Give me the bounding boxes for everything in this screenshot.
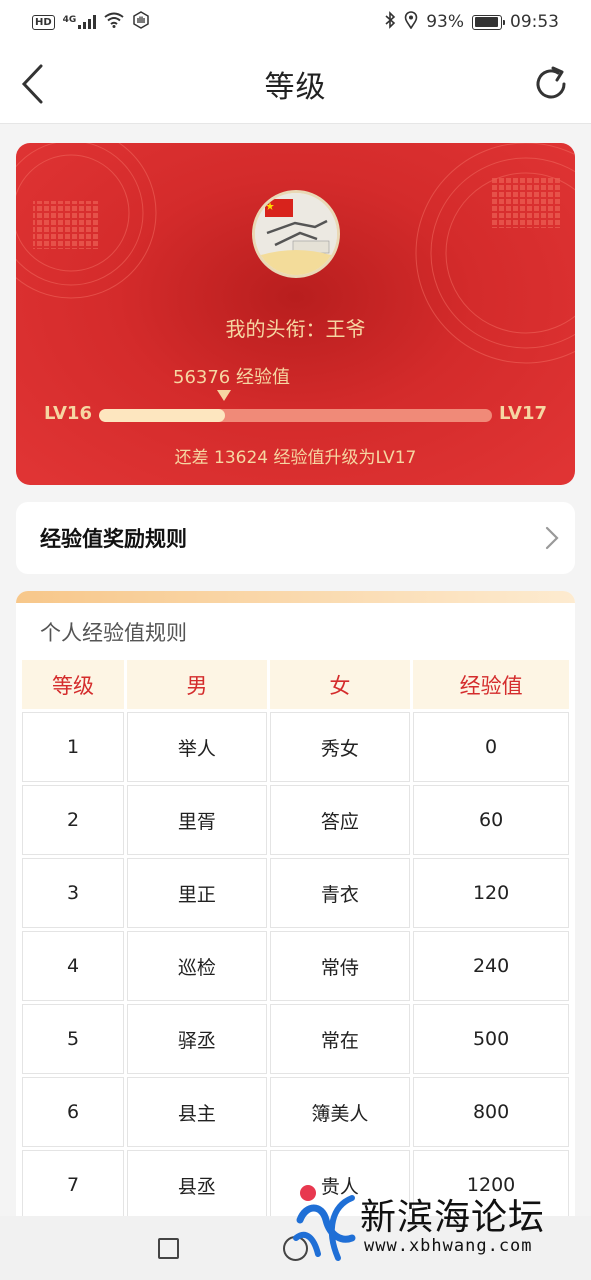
wifi-icon <box>104 12 124 33</box>
network-type: 4G <box>62 15 77 25</box>
table-row: 2 里胥 答应 60 <box>22 785 569 855</box>
cell-exp: 500 <box>413 1004 569 1074</box>
rules-link-label: 经验值奖励规则 <box>40 527 187 551</box>
cell-level: 5 <box>22 1004 125 1074</box>
cell-male: 里胥 <box>127 785 267 855</box>
cell-female: 常侍 <box>269 931 411 1001</box>
battery-percent: 93% <box>426 12 464 32</box>
cell-female: 答应 <box>269 785 411 855</box>
battery-icon <box>472 14 505 30</box>
section-accent-bar <box>16 591 575 603</box>
chevron-right-icon <box>545 526 559 550</box>
section-title: 个人经验值规则 <box>40 621 187 645</box>
header-male: 男 <box>127 660 267 709</box>
level-progress <box>99 409 492 422</box>
cell-level: 1 <box>22 712 125 782</box>
cell-level: 6 <box>22 1077 125 1147</box>
cell-exp: 0 <box>413 712 569 782</box>
nav-bar: 等级 <box>0 44 591 124</box>
cell-exp: 800 <box>413 1077 569 1147</box>
cell-female: 青衣 <box>269 858 411 928</box>
level-card: 我的头衔：王爷 56376 经验值 LV16 LV17 还差 13624 经验值… <box>16 143 575 485</box>
cell-male: 举人 <box>127 712 267 782</box>
table-row: 3 里正 青衣 120 <box>22 858 569 928</box>
avatar-image <box>255 193 337 275</box>
table-row: 4 巡检 常侍 240 <box>22 931 569 1001</box>
exp-reward-rules-link[interactable]: 经验值奖励规则 <box>16 502 575 574</box>
current-level: LV16 <box>44 403 92 424</box>
cell-male: 巡检 <box>127 931 267 1001</box>
page-title: 等级 <box>264 69 327 105</box>
cell-male: 里正 <box>127 858 267 928</box>
table-row: 1 举人 秀女 0 <box>22 712 569 782</box>
current-exp: 56376 经验值 <box>173 367 290 388</box>
personal-exp-rules: 个人经验值规则 等级 男 女 经验值 1 举人 秀女 0 2 里胥 答应 60 … <box>16 591 575 1280</box>
cell-male: 县丞 <box>127 1150 267 1220</box>
recents-button[interactable] <box>158 1238 179 1259</box>
header-exp: 经验值 <box>413 660 569 709</box>
status-right: 93% 09:53 <box>384 10 559 34</box>
cell-level: 7 <box>22 1150 125 1220</box>
cell-level: 2 <box>22 785 125 855</box>
watermark: 新滨海论坛 www.xbhwang.com <box>292 1180 591 1266</box>
cell-level: 4 <box>22 931 125 1001</box>
location-icon <box>404 10 418 34</box>
exp-table: 等级 男 女 经验值 1 举人 秀女 0 2 里胥 答应 60 3 里正 青衣 … <box>19 657 572 1223</box>
cell-exp: 60 <box>413 785 569 855</box>
table-row: 6 县主 簿美人 800 <box>22 1077 569 1147</box>
hand-icon <box>132 10 150 34</box>
watermark-brand: 新滨海论坛 <box>360 1197 546 1238</box>
cell-male: 驿丞 <box>127 1004 267 1074</box>
hd-badge: HD <box>32 14 55 30</box>
next-level: LV17 <box>499 403 547 424</box>
refresh-button[interactable] <box>529 62 573 106</box>
user-title: 我的头衔：王爷 <box>225 317 366 341</box>
back-button[interactable] <box>14 62 50 106</box>
remaining-exp: 还差 13624 经验值升级为LV17 <box>174 448 417 468</box>
bluetooth-icon <box>384 10 396 34</box>
table-row: 5 驿丞 常在 500 <box>22 1004 569 1074</box>
cell-exp: 240 <box>413 931 569 1001</box>
cell-female: 常在 <box>269 1004 411 1074</box>
cell-exp: 120 <box>413 858 569 928</box>
table-header-row: 等级 男 女 经验值 <box>22 660 569 709</box>
cell-female: 簿美人 <box>269 1077 411 1147</box>
status-bar: HD 4G 93% 09:53 <box>0 0 591 44</box>
cell-male: 县主 <box>127 1077 267 1147</box>
clock: 09:53 <box>510 12 559 32</box>
avatar[interactable] <box>252 190 340 278</box>
header-level: 等级 <box>22 660 125 709</box>
header-female: 女 <box>269 660 411 709</box>
cell-level: 3 <box>22 858 125 928</box>
refresh-icon <box>536 66 566 99</box>
cell-female: 秀女 <box>269 712 411 782</box>
exp-marker-icon <box>217 390 231 401</box>
status-left: HD 4G <box>32 10 150 34</box>
level-progress-fill <box>99 409 225 422</box>
chevron-left-icon <box>21 64 43 104</box>
watermark-url: www.xbhwang.com <box>364 1236 533 1256</box>
signal-icon: 4G <box>63 15 97 29</box>
